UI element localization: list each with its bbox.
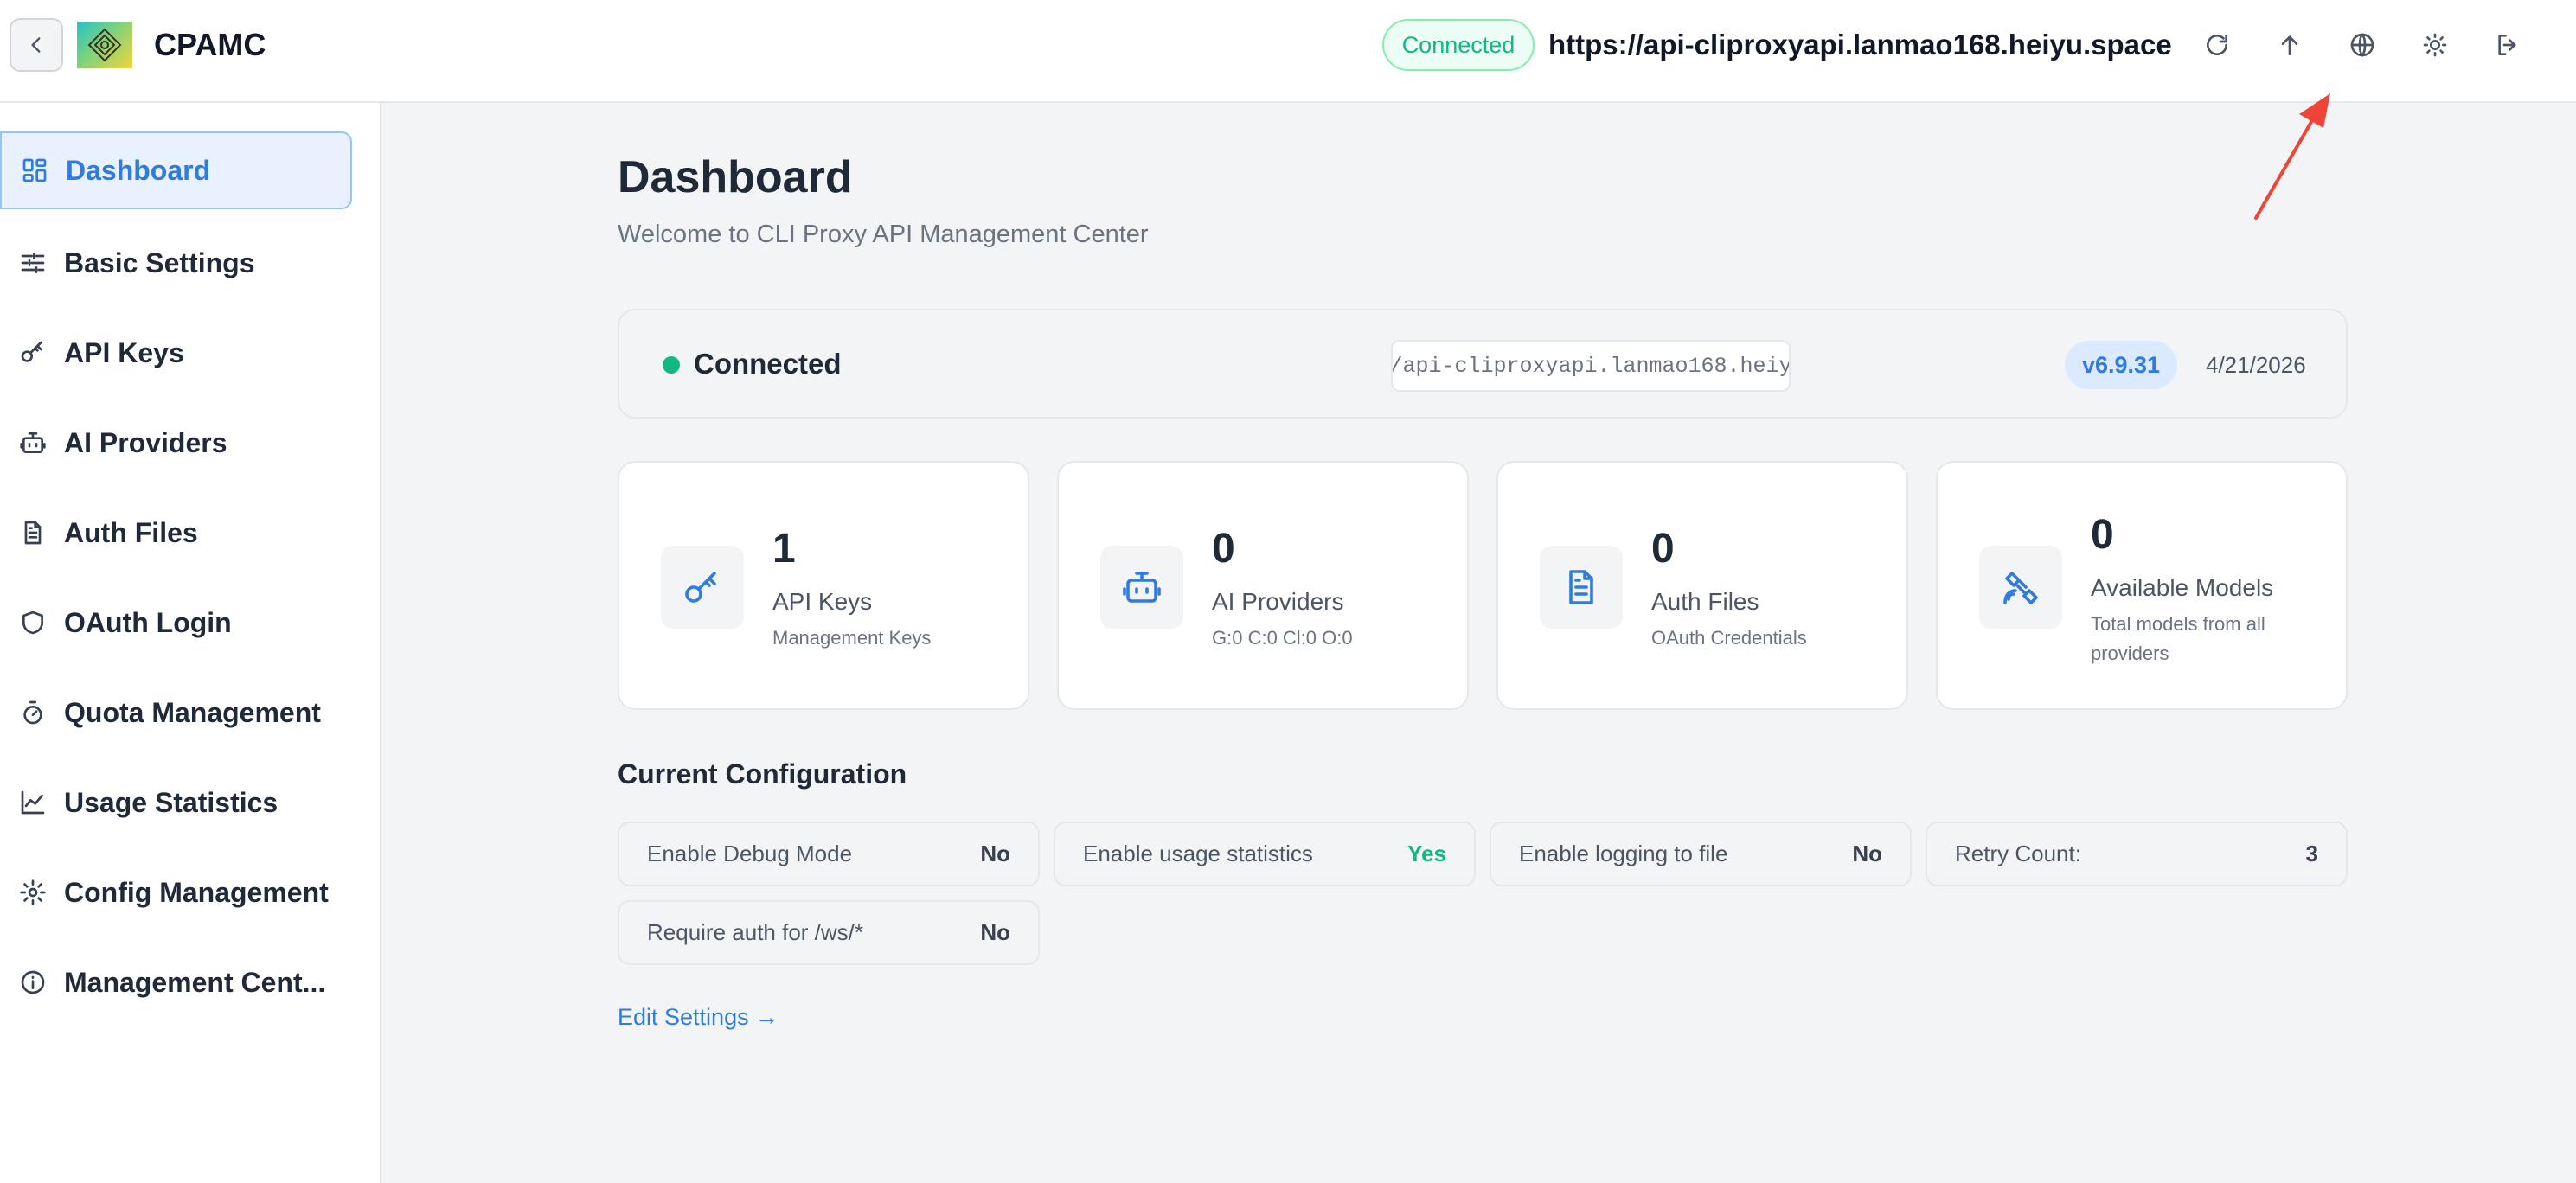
stat-value: 0 <box>1651 526 1675 572</box>
globe-icon <box>2350 33 2374 57</box>
app-logo <box>77 22 132 68</box>
edit-settings-link[interactable]: Edit Settings → <box>618 1002 779 1032</box>
config-item-require-auth-ws: Require auth for /ws/* No <box>618 900 1040 965</box>
config-value: No <box>980 919 1010 945</box>
config-value: Yes <box>1407 841 1446 866</box>
stat-sub: Management Keys <box>772 627 932 649</box>
status-text: Connected <box>694 348 842 380</box>
sidebar: Dashboard Basic Settings API Keys AI Pro… <box>0 103 381 1183</box>
sidebar-item-label: Management Cent... <box>64 966 326 998</box>
dashboard-icon <box>19 155 50 186</box>
sidebar-item-config-management[interactable]: Config Management <box>0 854 352 931</box>
sidebar-item-dashboard[interactable]: Dashboard <box>0 131 352 209</box>
logo-mark-icon <box>87 28 122 62</box>
version-badge: v6.9.31 <box>2065 341 2177 389</box>
timer-icon <box>17 697 48 728</box>
stat-label: Auth Files <box>1651 588 1759 615</box>
gear-icon <box>17 877 48 908</box>
file-icon <box>1540 546 1623 629</box>
sidebar-item-auth-files[interactable]: Auth Files <box>0 494 352 572</box>
sidebar-item-label: Quota Management <box>64 696 321 728</box>
config-label: Enable Debug Mode <box>647 841 853 866</box>
page-title: Dashboard <box>618 152 853 202</box>
sidebar-item-label: Usage Statistics <box>64 786 279 818</box>
sidebar-item-label: AI Providers <box>64 426 227 458</box>
file-icon <box>17 517 48 548</box>
config-value: 3 <box>2305 841 2318 866</box>
theme-toggle-button[interactable] <box>2415 25 2455 65</box>
annotation-arrow-icon <box>2254 93 2330 220</box>
stat-value: 0 <box>2091 512 2114 558</box>
satellite-icon <box>1979 546 2062 629</box>
language-button[interactable] <box>2342 25 2382 65</box>
stat-value: 0 <box>1212 526 1235 572</box>
sidebar-item-ai-providers[interactable]: AI Providers <box>0 404 352 482</box>
chevron-left-icon <box>31 37 41 53</box>
sidebar-item-label: OAuth Login <box>64 606 232 638</box>
page-subtitle: Welcome to CLI Proxy API Management Cent… <box>618 221 1149 248</box>
config-item-retry-count: Retry Count: 3 <box>1926 822 2348 886</box>
sidebar-item-api-keys[interactable]: API Keys <box>0 314 352 392</box>
sidebar-item-quota-management[interactable]: Quota Management <box>0 674 352 751</box>
back-button[interactable] <box>10 18 63 72</box>
sidebar-item-label: API Keys <box>64 336 184 368</box>
stat-label: API Keys <box>772 588 873 615</box>
stat-card-available-models[interactable]: 0 Available Models Total models from all… <box>1936 461 2348 710</box>
sidebar-item-label: Basic Settings <box>64 246 255 278</box>
connection-status-badge: Connected <box>1382 19 1535 71</box>
stat-label: AI Providers <box>1212 588 1344 615</box>
sidebar-item-label: Dashboard <box>66 154 211 186</box>
refresh-button[interactable] <box>2197 25 2237 65</box>
config-label: Enable logging to file <box>1519 841 1728 866</box>
stat-value: 1 <box>772 526 796 572</box>
stat-label: Available Models <box>2091 574 2274 601</box>
stat-sub: G:0 C:0 Cl:0 O:0 <box>1212 627 1353 649</box>
sidebar-item-label: Auth Files <box>64 516 198 548</box>
sidebar-item-management-center[interactable]: Management Cent... <box>0 943 352 1021</box>
config-value: No <box>1852 841 1882 866</box>
logout-button[interactable] <box>2488 25 2528 65</box>
app-title: CPAMC <box>154 27 266 62</box>
stat-sub: Total models from all providers <box>2091 613 2265 664</box>
sidebar-item-oauth-login[interactable]: OAuth Login <box>0 584 352 662</box>
stat-card-api-keys[interactable]: 1 API Keys Management Keys <box>618 461 1029 710</box>
status-date: 4/21/2026 <box>2206 352 2306 378</box>
config-item-debug-mode: Enable Debug Mode No <box>618 822 1040 886</box>
status-dot <box>663 356 680 374</box>
config-item-usage-statistics: Enable usage statistics Yes <box>1054 822 1476 886</box>
bot-icon <box>1100 546 1183 629</box>
sliders-icon <box>17 247 48 278</box>
sidebar-item-label: Config Management <box>64 876 329 908</box>
config-value: No <box>980 841 1010 866</box>
stat-sub: OAuth Credentials <box>1651 627 1807 649</box>
top-bar: CPAMC Connected https://api-cliproxyapi.… <box>0 0 2576 103</box>
section-title-config: Current Configuration <box>618 758 907 790</box>
sidebar-item-basic-settings[interactable]: Basic Settings <box>0 224 352 302</box>
stat-card-auth-files[interactable]: 0 Auth Files OAuth Credentials <box>1496 461 1908 710</box>
config-label: Retry Count: <box>1955 841 2081 866</box>
shield-icon <box>17 607 48 638</box>
config-item-logging-to-file: Enable logging to file No <box>1490 822 1912 886</box>
arrow-up-icon <box>2281 35 2298 55</box>
stat-card-ai-providers[interactable]: 0 AI Providers G:0 C:0 Cl:0 O:0 <box>1057 461 1469 710</box>
logout-icon <box>2498 35 2516 55</box>
status-url: https://api-cliproxyapi.lanmao168.heiyu.… <box>1391 340 1791 392</box>
config-label: Require auth for /ws/* <box>647 919 864 945</box>
bot-icon <box>17 427 48 458</box>
sidebar-item-usage-statistics[interactable]: Usage Statistics <box>0 764 352 841</box>
refresh-icon <box>2207 35 2227 55</box>
info-icon <box>17 967 48 998</box>
chart-icon <box>17 787 48 818</box>
key-icon <box>661 546 744 629</box>
sun-icon <box>2423 33 2447 57</box>
config-label: Enable usage statistics <box>1083 841 1313 866</box>
key-icon <box>17 337 48 368</box>
server-url: https://api-cliproxyapi.lanmao168.heiyu.… <box>1548 29 2172 61</box>
upload-button[interactable] <box>2270 25 2310 65</box>
connection-status-card: Connected https://api-cliproxyapi.lanmao… <box>618 309 2348 419</box>
